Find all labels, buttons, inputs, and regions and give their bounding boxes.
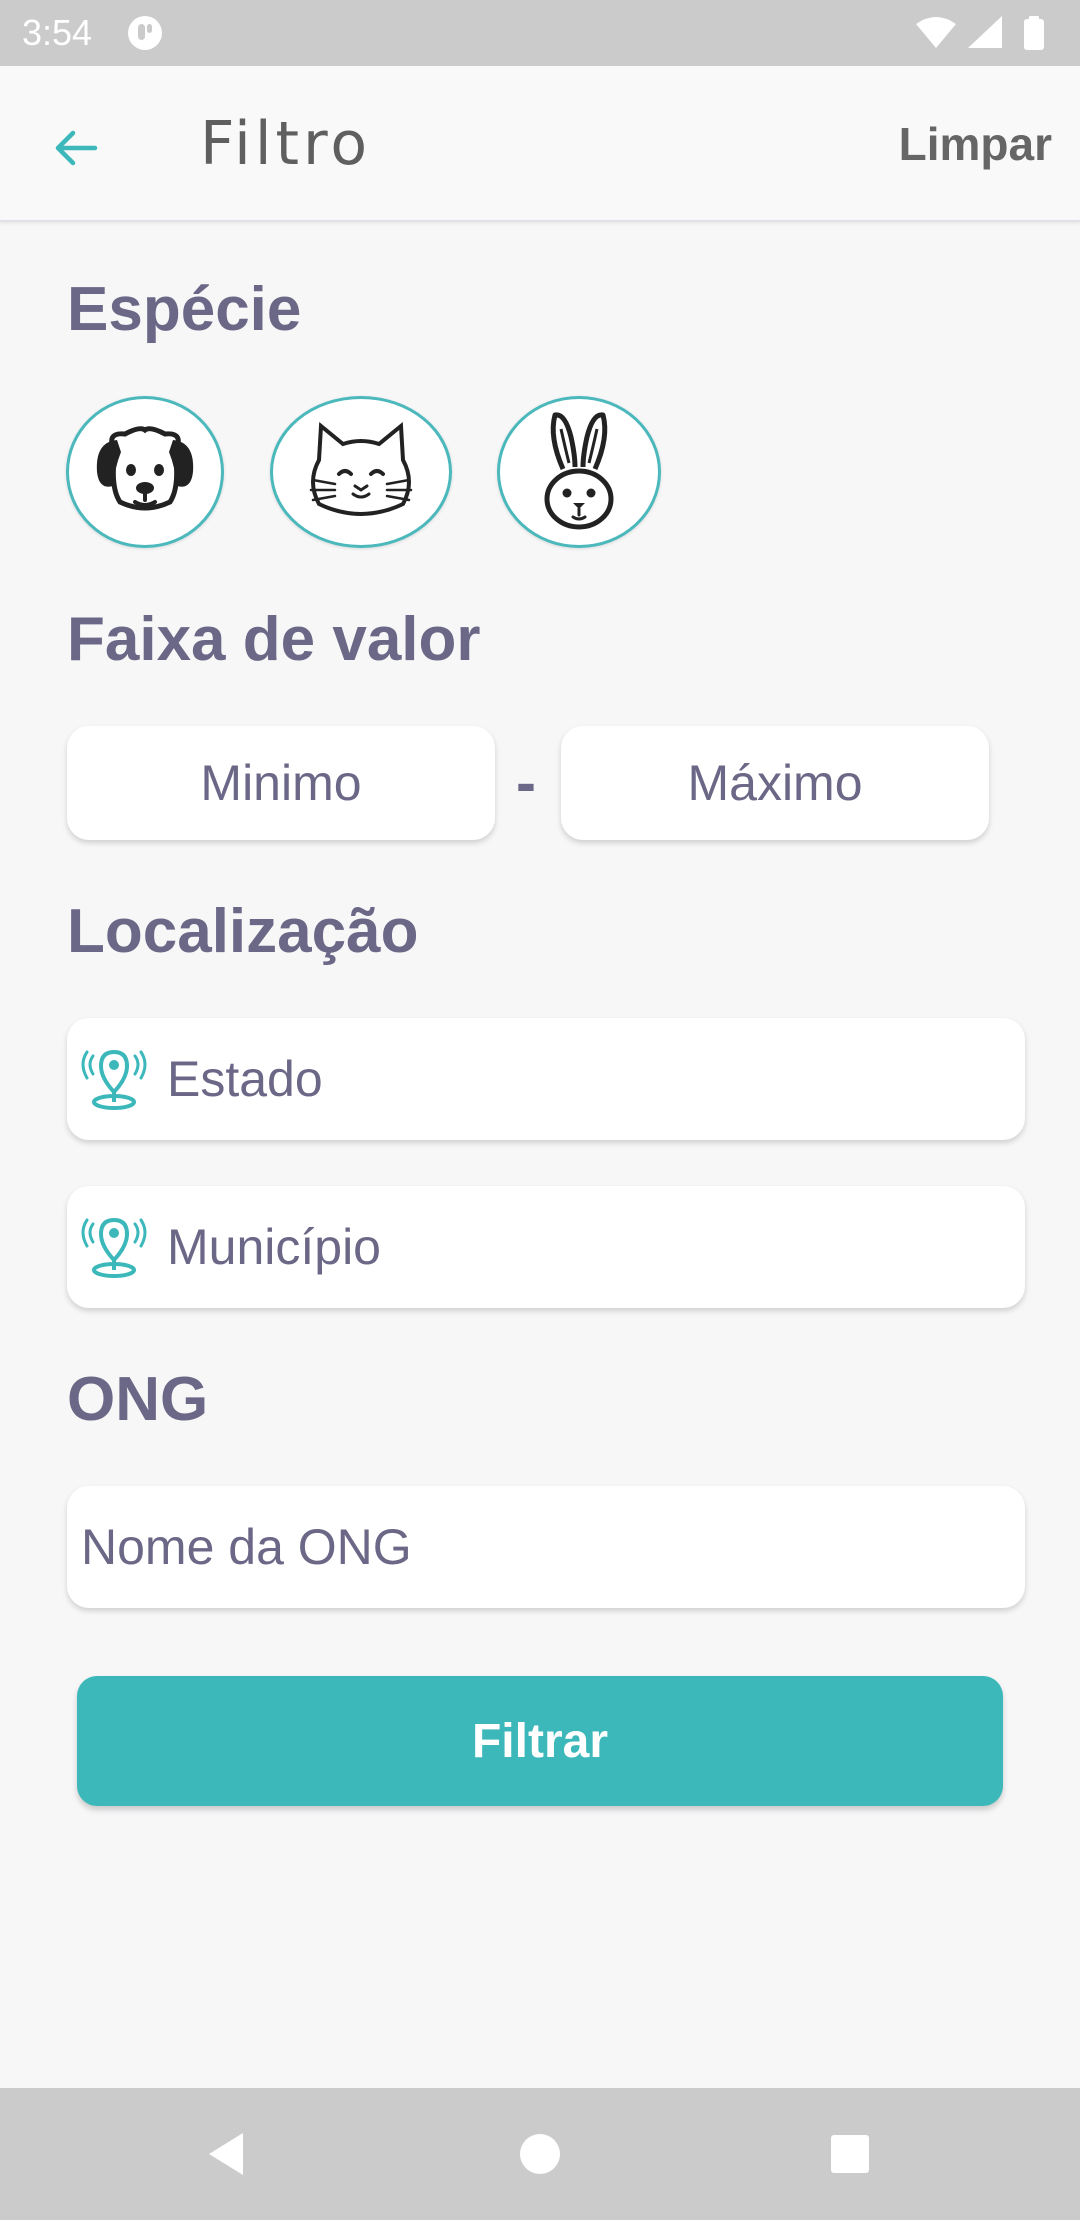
clear-button[interactable]: Limpar	[899, 116, 1052, 172]
page-title: Filtro	[200, 109, 372, 179]
species-option-dog[interactable]	[66, 396, 224, 548]
recents-square-icon	[831, 2135, 869, 2173]
city-input[interactable]	[167, 1186, 1007, 1308]
section-title-ong: ONG	[67, 1365, 209, 1434]
cat-icon	[309, 421, 413, 516]
section-title-location: Localização	[67, 897, 419, 966]
ong-name-input[interactable]	[81, 1486, 1001, 1608]
app-notification-icon	[128, 16, 162, 50]
nav-back-button[interactable]	[190, 2118, 262, 2190]
status-icons	[916, 16, 1044, 50]
app-bar: Filtro Limpar	[0, 66, 1080, 222]
location-pin-icon	[81, 1217, 147, 1278]
ong-name-field[interactable]	[67, 1486, 1025, 1608]
range-separator: -	[516, 749, 536, 816]
section-title-price-range: Faixa de valor	[67, 605, 481, 674]
city-field[interactable]	[67, 1186, 1025, 1308]
location-pin-icon	[81, 1049, 147, 1110]
wifi-icon	[916, 17, 956, 48]
state-input[interactable]	[167, 1018, 1007, 1140]
back-button[interactable]	[36, 108, 116, 188]
max-price-input[interactable]	[561, 726, 989, 840]
filter-button[interactable]: Filtrar	[77, 1676, 1003, 1806]
back-triangle-icon	[209, 2133, 243, 2175]
nav-home-button[interactable]	[504, 2118, 576, 2190]
rabbit-icon	[544, 412, 614, 530]
status-time: 3:54	[22, 12, 93, 53]
signal-icon	[968, 16, 1002, 48]
min-price-input[interactable]	[67, 726, 495, 840]
species-option-rabbit[interactable]	[497, 396, 661, 548]
section-title-species: Espécie	[67, 275, 302, 344]
home-circle-icon	[520, 2134, 560, 2174]
nav-recents-button[interactable]	[814, 2118, 886, 2190]
state-field[interactable]	[67, 1018, 1025, 1140]
dog-icon	[96, 426, 194, 511]
status-bar: 3:54	[0, 0, 1080, 66]
species-option-cat[interactable]	[270, 396, 452, 548]
arrow-left-icon	[55, 130, 98, 166]
system-nav-bar	[0, 2088, 1080, 2220]
battery-icon	[1024, 16, 1044, 50]
